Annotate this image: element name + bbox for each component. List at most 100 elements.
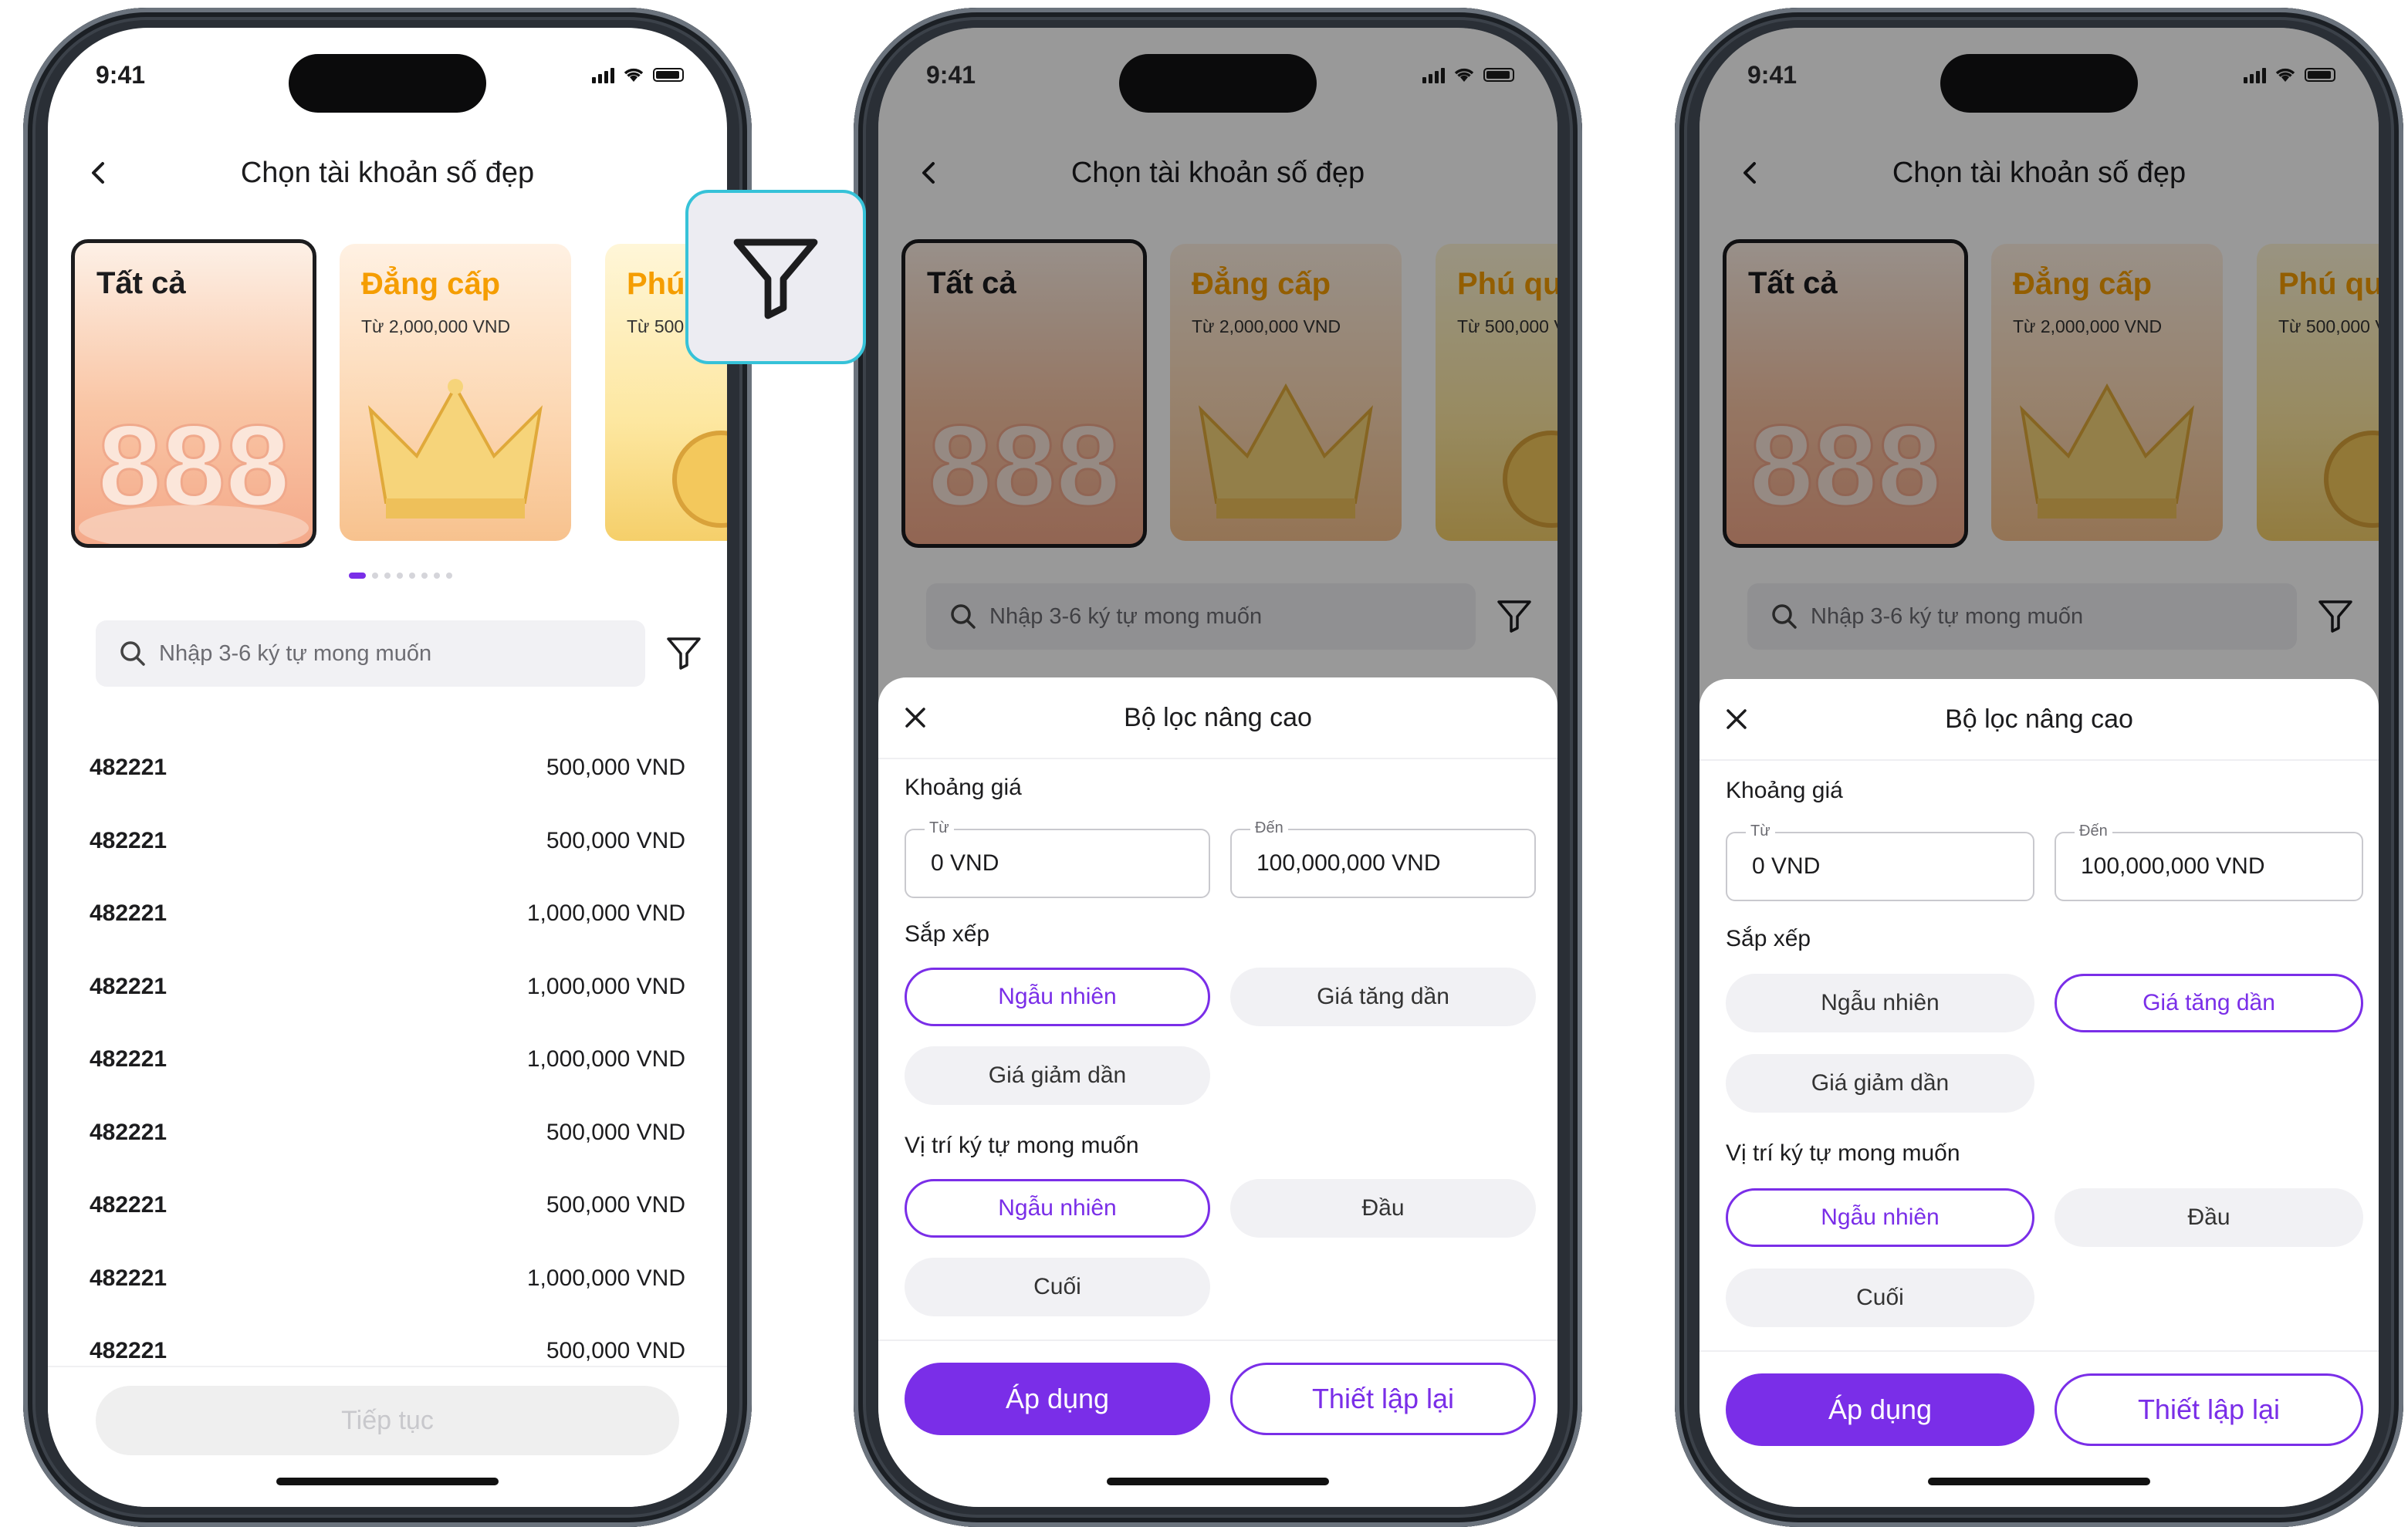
account-number: 482221 <box>90 755 167 781</box>
field-value: 100,000,000 VND <box>1256 850 1441 876</box>
screen: 9:41 Chọn tài khoản số đẹp Tất cả 888 Đẳ… <box>878 28 1557 1507</box>
position-option-end[interactable]: Cuối <box>905 1258 1210 1316</box>
carousel-pagination <box>349 573 452 579</box>
price-from-field[interactable]: Từ 0 VND <box>1726 823 2034 901</box>
status-time: 9:41 <box>926 60 976 89</box>
field-value: 100,000,000 VND <box>2081 853 2265 879</box>
account-price: 500,000 VND <box>546 1338 685 1364</box>
list-item[interactable]: 482221 500,000 VND <box>90 805 685 878</box>
account-number: 482221 <box>90 973 167 999</box>
card-subtitle: Từ 2,000,000 VND <box>361 316 511 336</box>
sort-label: Sắp xếp <box>905 921 990 947</box>
status-time: 9:41 <box>1747 60 1798 89</box>
signal-icon <box>1422 66 1445 83</box>
search-input[interactable]: Nhập 3-6 ký tự mong muốn <box>96 620 645 687</box>
list-item[interactable]: 482221 500,000 VND <box>90 1096 685 1170</box>
crown-icon <box>368 379 543 519</box>
chevron-left-icon[interactable] <box>82 156 116 190</box>
filter-icon <box>733 238 818 319</box>
list-item[interactable]: 482221 1,000,000 VND <box>90 1242 685 1316</box>
status-icons <box>1422 66 1514 83</box>
field-label: Từ <box>925 819 954 837</box>
close-icon[interactable] <box>900 702 931 733</box>
position-option-random[interactable]: Ngẫu nhiên <box>905 1179 1210 1238</box>
price-range-label: Khoảng giá <box>905 775 1022 800</box>
category-carousel: Tất cả 888 Đẳng cấp Từ 2,000,000 VND Phú… <box>71 236 727 552</box>
account-number: 482221 <box>90 1338 167 1364</box>
account-number: 482221 <box>90 827 167 853</box>
signal-icon <box>2244 66 2266 83</box>
account-price: 1,000,000 VND <box>526 973 685 999</box>
price-to-field[interactable]: Đến 100,000,000 VND <box>1230 819 1536 898</box>
sheet-header: Bộ lọc nâng cao <box>1699 679 2379 761</box>
continue-button[interactable]: Tiếp tục <box>96 1386 679 1455</box>
dynamic-island <box>1940 54 2138 113</box>
reset-button[interactable]: Thiết lập lại <box>2055 1373 2363 1446</box>
field-label: Đến <box>1250 819 1288 837</box>
apply-button[interactable]: Áp dụng <box>1726 1373 2034 1446</box>
position-option-start[interactable]: Đầu <box>2055 1188 2363 1247</box>
sort-option-price-desc[interactable]: Giá giảm dần <box>905 1046 1210 1105</box>
filter-icon[interactable] <box>664 633 704 673</box>
list-item[interactable]: 482221 500,000 VND <box>90 731 685 805</box>
apply-button[interactable]: Áp dụng <box>905 1363 1210 1435</box>
account-number: 482221 <box>90 900 167 927</box>
nav-bar: Chọn tài khoản số đẹp <box>48 142 727 204</box>
dynamic-island <box>1119 54 1317 113</box>
position-option-end[interactable]: Cuối <box>1726 1269 2034 1327</box>
list-item[interactable]: 482221 500,000 VND <box>90 1169 685 1242</box>
coin-icon <box>672 431 727 528</box>
sheet-footer <box>878 1340 1557 1341</box>
wifi-icon <box>624 68 644 82</box>
search-placeholder: Nhập 3-6 ký tự mong muốn <box>159 640 432 666</box>
field-label: Đến <box>2075 823 2112 840</box>
filter-zoom-callout <box>685 190 866 364</box>
price-from-field[interactable]: Từ 0 VND <box>905 819 1210 898</box>
number-888-art: 888 <box>79 400 309 544</box>
sort-option-price-asc[interactable]: Giá tăng dần <box>2055 974 2363 1032</box>
card-title: Tất cả <box>96 266 186 300</box>
reset-button[interactable]: Thiết lập lại <box>1230 1363 1536 1435</box>
list-item[interactable]: 482221 1,000,000 VND <box>90 1023 685 1096</box>
account-price: 500,000 VND <box>546 1192 685 1218</box>
account-price: 500,000 VND <box>546 827 685 853</box>
sheet-title: Bộ lọc nâng cao <box>1945 704 2133 734</box>
category-card-all[interactable]: Tất cả 888 <box>71 239 316 548</box>
position-option-start[interactable]: Đầu <box>1230 1179 1536 1238</box>
sort-label: Sắp xếp <box>1726 926 1811 951</box>
wifi-icon <box>1454 68 1474 82</box>
field-label: Từ <box>1746 823 1775 840</box>
sheet-footer <box>1699 1350 2379 1352</box>
page-title: Chọn tài khoản số đẹp <box>240 156 535 189</box>
signal-icon <box>592 66 614 83</box>
category-card-vip[interactable]: Đẳng cấp Từ 2,000,000 VND <box>340 244 571 541</box>
price-to-field[interactable]: Đến 100,000,000 VND <box>2055 823 2363 901</box>
position-option-random[interactable]: Ngẫu nhiên <box>1726 1188 2034 1247</box>
sort-option-price-asc[interactable]: Giá tăng dần <box>1230 968 1536 1026</box>
account-number: 482221 <box>90 1192 167 1218</box>
list-item[interactable]: 482221 1,000,000 VND <box>90 877 685 951</box>
screen: 9:41 Chọn tài khoản số đẹp Tất cả 888 Đẳ… <box>1699 28 2379 1507</box>
account-number: 482221 <box>90 1046 167 1073</box>
search-icon <box>120 641 145 666</box>
field-value: 0 VND <box>931 850 999 876</box>
position-label: Vị trí ký tự mong muốn <box>1726 1140 1960 1166</box>
sort-option-random[interactable]: Ngẫu nhiên <box>905 968 1210 1026</box>
list-item[interactable]: 482221 1,000,000 VND <box>90 951 685 1024</box>
sort-option-random[interactable]: Ngẫu nhiên <box>1726 974 2034 1032</box>
status-time: 9:41 <box>96 60 146 89</box>
phone-filter-sheet-1: 9:41 Chọn tài khoản số đẹp Tất cả 888 Đẳ… <box>854 8 1582 1527</box>
status-icons <box>2244 66 2335 83</box>
account-number: 482221 <box>90 1265 167 1291</box>
advanced-filter-sheet: Bộ lọc nâng cao Khoảng giá Từ 0 VND Đến … <box>1699 679 2379 1507</box>
sort-option-price-desc[interactable]: Giá giảm dần <box>1726 1054 2034 1113</box>
account-price: 1,000,000 VND <box>526 1265 685 1291</box>
account-price: 1,000,000 VND <box>526 900 685 927</box>
battery-icon <box>2305 68 2335 82</box>
position-label: Vị trí ký tự mong muốn <box>905 1133 1139 1158</box>
wifi-icon <box>2275 68 2295 82</box>
home-indicator <box>1928 1478 2150 1485</box>
account-price: 500,000 VND <box>546 1119 685 1145</box>
close-icon[interactable] <box>1721 704 1752 735</box>
advanced-filter-sheet: Bộ lọc nâng cao Khoảng giá Từ 0 VND Đến … <box>878 677 1557 1507</box>
